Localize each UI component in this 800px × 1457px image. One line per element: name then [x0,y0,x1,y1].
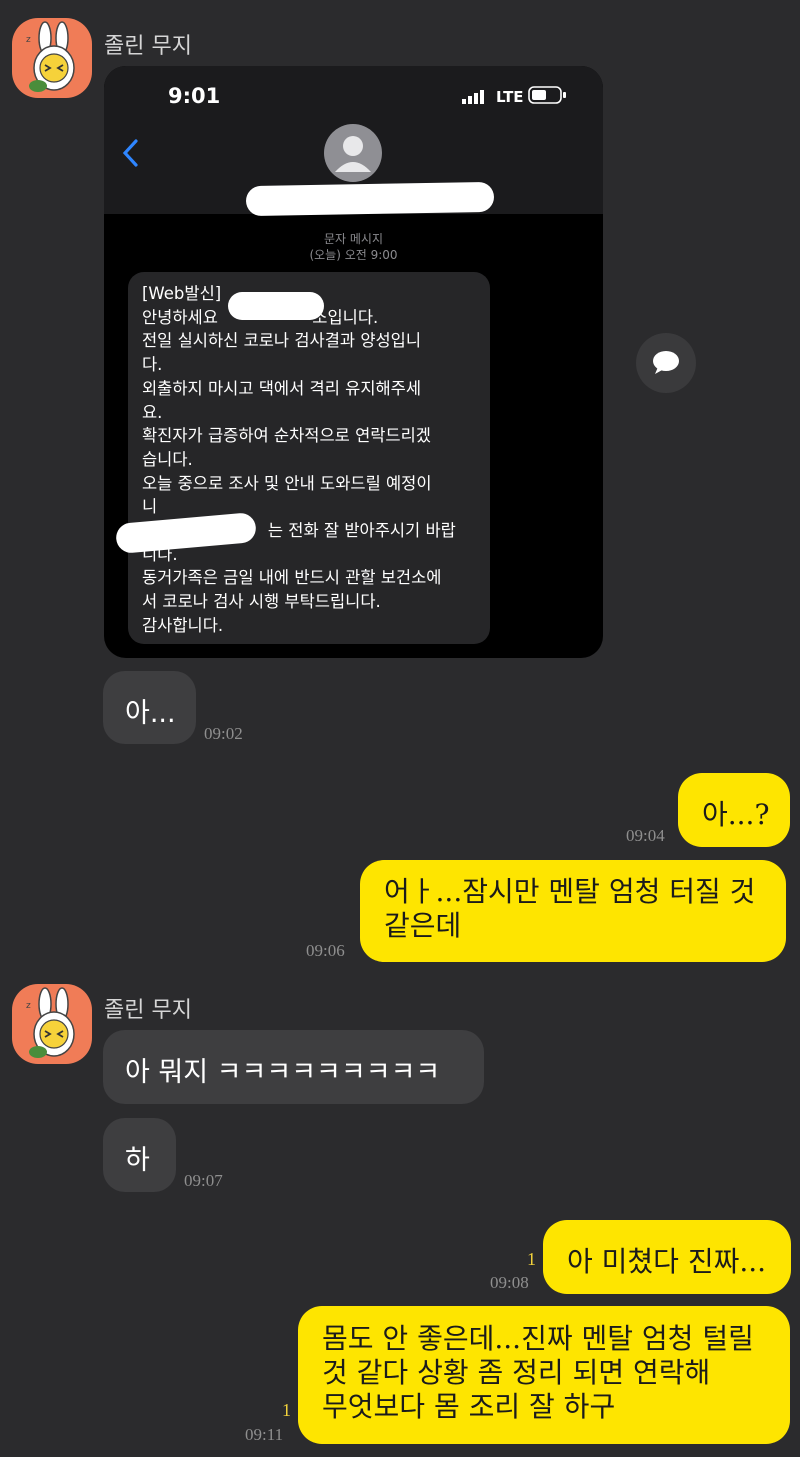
sms-line: 다. [142,355,163,375]
share-button[interactable] [636,333,696,393]
message-time: 09:07 [184,1171,223,1190]
message-text: 아... [125,698,176,729]
message-text: 아 미쳤다 진짜... [567,1245,767,1278]
message-type-label: 문자 메시지 [323,232,383,246]
message-date-label: (오늘) 오전 9:00 [309,248,398,262]
contact-avatar[interactable]: z [12,984,92,1064]
sms-message-bubble: [Web발신] 안녕하세요 소입니다. 전일 실시하신 코로나 검사결과 양성입… [128,272,490,644]
sms-line: 서 코로나 검사 시행 부탁드립니다. [142,592,381,612]
unread-count: 1 [527,1249,536,1269]
sms-line: 감사합니다. [142,615,224,635]
shared-screenshot-image[interactable]: 9:01 LTE 문자 메시지 (오늘) 오전 9:00 [Web발신] 안녕하… [104,66,603,658]
sms-line: 확진자가 급증하여 순차적으로 연락드리겠 [142,426,431,446]
message-text-line: 어ㅏ...잠시만 멘탈 엄청 터질 것 [384,875,756,908]
incoming-message-bubble[interactable]: 아... [103,671,196,744]
message-text-line: 무엇보다 몸 조리 잘 하구 [322,1390,616,1423]
speech-bubble-icon [653,351,679,374]
unread-count: 1 [282,1400,291,1420]
outgoing-message-bubble[interactable]: 어ㅏ...잠시만 멘탈 엄청 터질 것 같은데 [360,860,786,962]
sms-line: 외출하지 마시고 댁에서 격리 유지해주세 [142,378,422,398]
sms-line: 요. [142,402,163,422]
muzi-character-icon: z [26,21,75,92]
message-time: 09:06 [306,941,345,960]
network-label: LTE [496,88,524,106]
sms-line: 전일 실시하신 코로나 검사결과 양성입니 [142,331,422,351]
message-text: 아 뭐지 ㅋㅋㅋㅋㅋㅋㅋㅋㅋ [125,1057,441,1088]
sms-line: 동거가족은 금일 내에 반드시 관할 보건소에 [142,568,442,588]
contact-avatar[interactable]: z [12,18,92,98]
redacted-org-name [228,292,324,320]
message-text-line: 같은데 [384,909,462,942]
message-text: 하 [125,1145,150,1176]
message-time: 09:02 [204,724,243,743]
status-time: 9:01 [168,84,221,108]
message-text-line: 것 같다 상황 좀 정리 되면 연락해 [322,1356,711,1389]
battery-icon [528,86,566,104]
message-time: 09:11 [245,1425,284,1444]
sender-name: 졸린 무지 [104,998,192,1023]
incoming-message-bubble[interactable]: 하 [103,1118,176,1192]
outgoing-message-bubble[interactable]: 아...? [678,773,790,847]
signal-icon [462,90,484,104]
message-text: 아...? [702,798,770,831]
svg-text:z: z [26,1001,31,1011]
outgoing-message-bubble[interactable]: 아 미쳤다 진짜... [543,1220,791,1294]
redacted-contact-name [245,181,495,217]
svg-text:z: z [26,35,31,45]
outgoing-message-bubble[interactable]: 몸도 안 좋은데...진짜 멘탈 엄청 털릴 것 같다 상황 좀 정리 되면 연… [298,1306,790,1444]
sms-line: 니 [142,497,158,517]
incoming-message-bubble[interactable]: 아 뭐지 ㅋㅋㅋㅋㅋㅋㅋㅋㅋ [103,1030,484,1104]
message-time: 09:04 [626,826,665,845]
sms-line: 습니다. [142,449,193,469]
back-chevron-icon[interactable] [120,138,142,168]
contact-photo-icon [324,124,382,182]
sms-line: 오늘 중으로 조사 및 안내 도와드릴 예정이 [142,473,432,493]
message-text-line: 몸도 안 좋은데...진짜 멘탈 엄청 털릴 [322,1322,754,1355]
sender-name: 졸린 무지 [104,34,192,59]
muzi-character-icon: z [26,987,75,1058]
message-time: 09:08 [490,1273,529,1292]
